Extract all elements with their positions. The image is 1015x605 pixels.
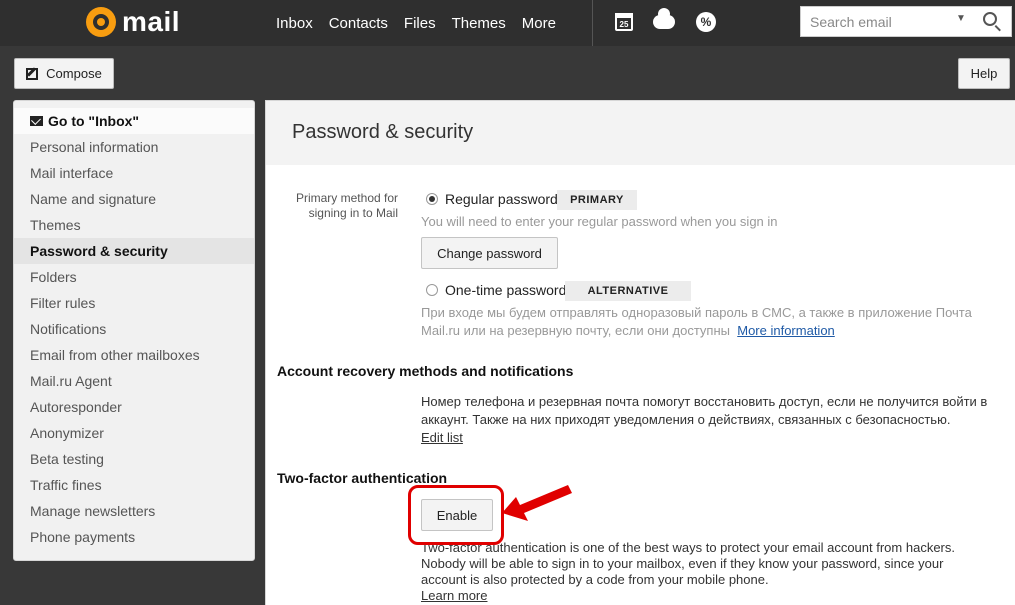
one-time-password-hint-line2: Mail.ru или на резервную почту, если они… [421,323,730,338]
settings-main-panel: Password & security Primary method for s… [265,100,1015,605]
recovery-text-line1: Номер телефона и резервная почта помогут… [421,394,988,409]
sidebar-item-email-from-other-mailboxes[interactable]: Email from other mailboxes [14,342,254,368]
recovery-text-line2: аккаунт. Также на них приходят уведомлен… [421,412,951,427]
primary-method-label: Primary method for signing in to Mail [295,191,398,220]
annotation-arrow-icon [502,485,572,521]
envelope-icon [30,116,43,126]
nav-divider [592,0,593,46]
sidebar-item-manage-newsletters[interactable]: Manage newsletters [14,498,254,524]
top-nav: Inbox Contacts Files Themes More [268,0,564,46]
nav-more[interactable]: More [522,15,556,32]
nav-contacts[interactable]: Contacts [329,15,388,32]
one-time-password-hint-line2-row: Mail.ru или на резервную почту, если они… [421,322,835,340]
goto-inbox-label: Go to "Inbox" [48,113,140,129]
sidebar-item-password-security[interactable]: Password & security [14,238,254,264]
sidebar-item-themes[interactable]: Themes [14,212,254,238]
search-input[interactable] [801,7,969,36]
compose-button[interactable]: Compose [14,58,114,89]
nav-files[interactable]: Files [404,15,436,32]
sidebar-item-personal-information[interactable]: Personal information [14,134,254,160]
sidebar-item-phone-payments[interactable]: Phone payments [14,524,254,550]
recovery-section-title: Account recovery methods and notificatio… [277,363,574,379]
logo-text: mail [122,6,181,37]
calendar-day: 25 [619,20,629,29]
compose-label: Compose [46,66,102,81]
primary-badge: PRIMARY [557,190,637,210]
chevron-down-icon[interactable]: ▼ [956,13,966,24]
cloud-icon[interactable] [651,8,677,35]
settings-sidebar: Go to "Inbox" Personal information Mail … [13,100,255,561]
sidebar-item-filter-rules[interactable]: Filter rules [14,290,254,316]
mail-logo[interactable]: mail [86,4,180,40]
alternative-badge: ALTERNATIVE [565,281,691,301]
sidebar-item-mail-interface[interactable]: Mail interface [14,160,254,186]
calendar-icon[interactable]: 25 [611,9,637,35]
sidebar-item-beta-testing[interactable]: Beta testing [14,446,254,472]
search-icon[interactable] [983,12,997,26]
sidebar-item-autoresponder[interactable]: Autoresponder [14,394,254,420]
one-time-password-hint-line1: При входе мы будем отправлять одноразовы… [421,305,972,320]
annotation-highlight-ring [408,485,504,545]
sidebar-item-folders[interactable]: Folders [14,264,254,290]
sidebar-goto-inbox[interactable]: Go to "Inbox" [14,108,254,134]
sidebar-item-notifications[interactable]: Notifications [14,316,254,342]
regular-password-label[interactable]: Regular password [445,191,558,207]
sidebar-item-mailru-agent[interactable]: Mail.ru Agent [14,368,254,394]
regular-password-hint: You will need to enter your regular pass… [421,214,778,229]
one-time-password-label[interactable]: One-time password [445,282,566,298]
nav-themes[interactable]: Themes [452,15,506,32]
sidebar-item-traffic-fines[interactable]: Traffic fines [14,472,254,498]
discount-icon[interactable]: % [693,9,719,35]
sidebar-item-name-and-signature[interactable]: Name and signature [14,186,254,212]
learn-more-link[interactable]: Learn more [421,587,487,605]
help-button[interactable]: Help [958,58,1010,89]
two-factor-section-title: Two-factor authentication [277,470,448,486]
at-sign-icon [86,7,116,37]
edit-list-link[interactable]: Edit list [421,429,463,447]
main-header: Password & security [266,101,1015,165]
top-bar: mail Inbox Contacts Files Themes More 25… [0,0,1015,46]
nav-inbox[interactable]: Inbox [276,15,313,32]
regular-password-radio[interactable] [426,193,438,205]
page-title: Password & security [292,121,474,143]
sidebar-item-anonymizer[interactable]: Anonymizer [14,420,254,446]
compose-icon [26,67,39,80]
more-information-link[interactable]: More information [737,323,835,338]
one-time-password-radio[interactable] [426,284,438,296]
search-box: ▼ [800,6,1012,37]
change-password-button[interactable]: Change password [421,237,558,269]
